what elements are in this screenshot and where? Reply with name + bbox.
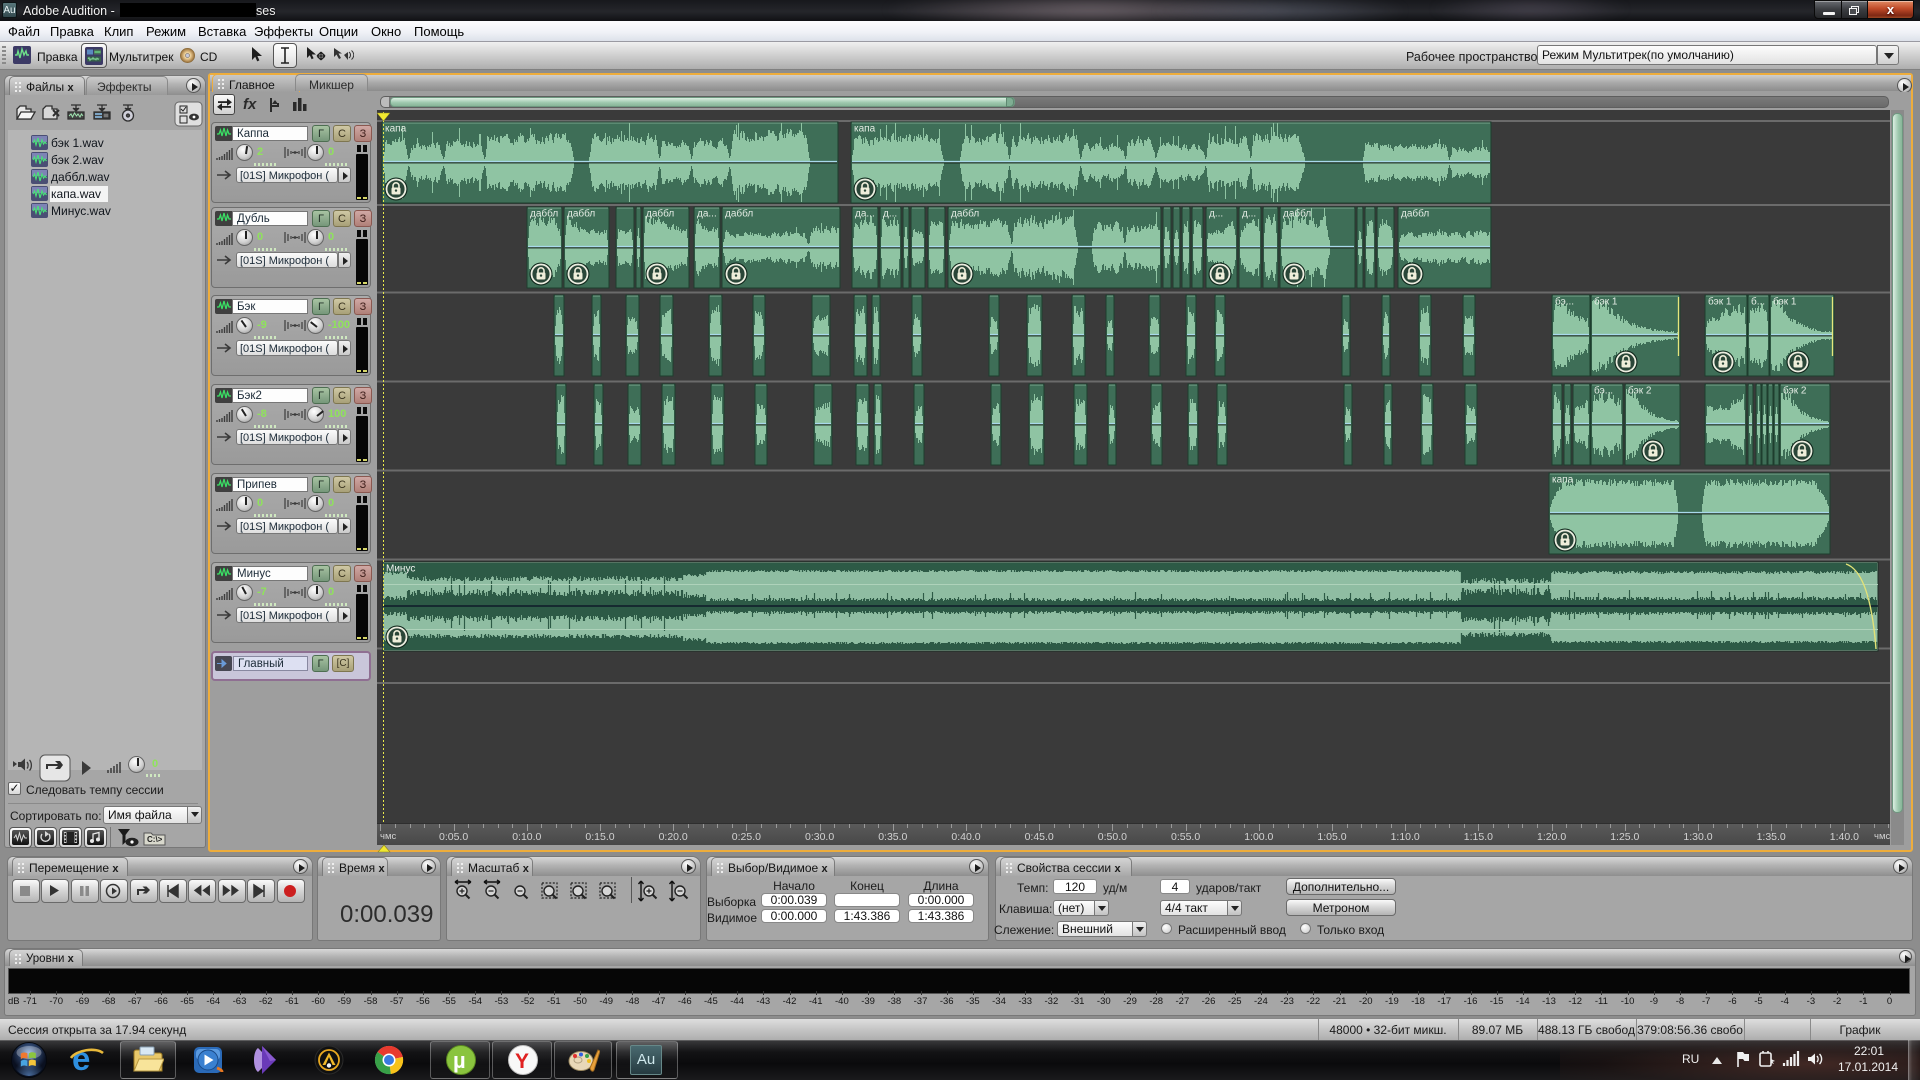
svg-text:Минус: Минус bbox=[386, 564, 415, 575]
svg-text:даббл: даббл bbox=[1283, 208, 1311, 220]
svg-text:даббл: даббл bbox=[951, 208, 979, 220]
svg-text:даббл: даббл bbox=[646, 208, 674, 220]
svg-text:бэк 1: бэк 1 bbox=[1773, 296, 1797, 308]
svg-text:даббл: даббл bbox=[725, 208, 753, 220]
svg-text:бэк 2: бэк 2 bbox=[1783, 385, 1807, 397]
svg-text:д...: д... bbox=[1242, 209, 1256, 220]
svg-text:Y: Y bbox=[515, 1050, 529, 1073]
svg-text:да...: да... bbox=[697, 209, 717, 220]
svg-text:капа: капа bbox=[385, 124, 407, 135]
svg-text:бэ...: бэ... bbox=[1555, 296, 1574, 308]
svg-text:C:\>: C:\> bbox=[147, 835, 163, 844]
svg-text:даббл: даббл bbox=[567, 208, 595, 220]
svg-text:капа: капа bbox=[854, 124, 876, 135]
svg-text:б...: б... bbox=[1751, 296, 1765, 308]
svg-text:капа: капа bbox=[1552, 475, 1574, 486]
svg-text:даббл: даббл bbox=[530, 208, 558, 220]
svg-text:бэк 2: бэк 2 bbox=[1628, 385, 1652, 397]
svg-text:µ: µ bbox=[453, 1048, 466, 1073]
svg-text:да...: да... bbox=[855, 209, 875, 220]
svg-text:даббл: даббл bbox=[1401, 208, 1429, 220]
svg-text:бэк 1: бэк 1 bbox=[1708, 296, 1732, 308]
svg-text:д...: д... bbox=[883, 209, 897, 220]
svg-text:e: e bbox=[72, 1042, 90, 1077]
svg-text:бэк 1: бэк 1 bbox=[1594, 296, 1618, 308]
svg-text:бэ...: бэ... bbox=[1594, 385, 1613, 397]
svg-text:д...: д... bbox=[1209, 209, 1223, 220]
